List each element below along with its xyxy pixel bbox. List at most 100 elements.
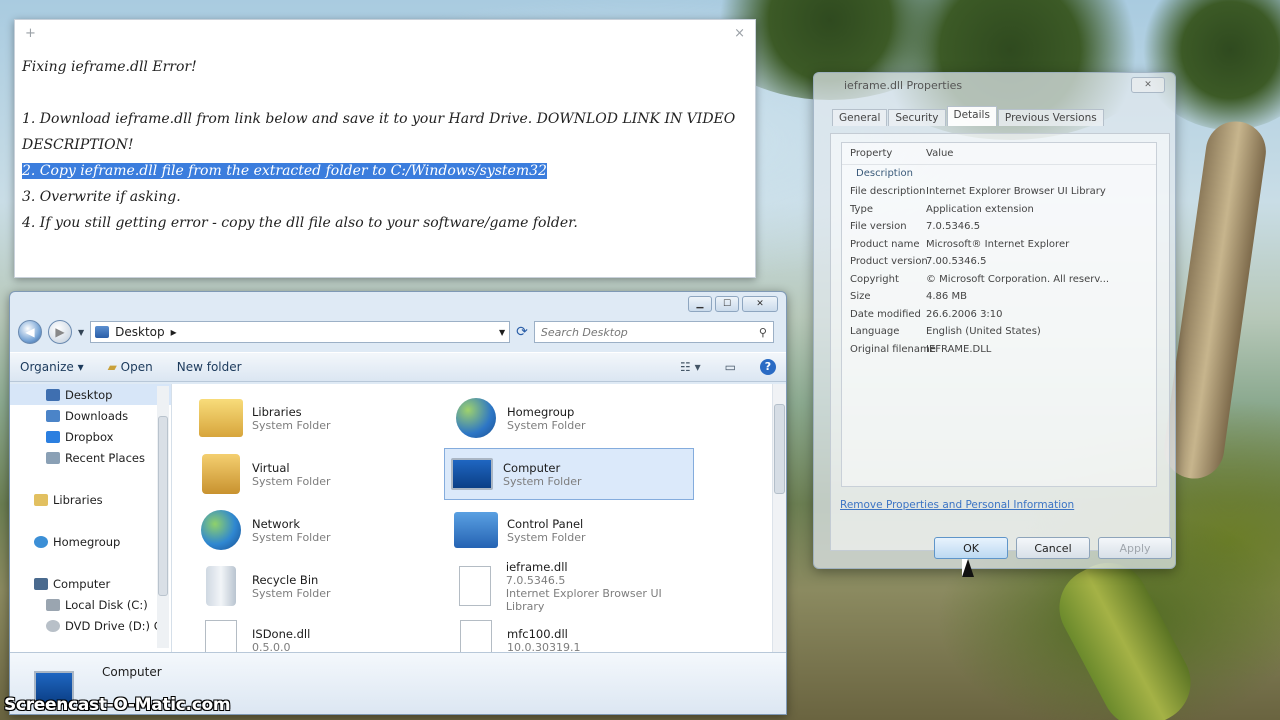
nav-item-local-disk[interactable]: Local Disk (C:) — [10, 594, 171, 615]
list-item-selected[interactable]: Computer System Folder — [444, 448, 694, 500]
tab-details[interactable]: Details — [946, 106, 997, 126]
close-button[interactable]: ✕ — [742, 296, 778, 312]
desktop-icon — [95, 326, 110, 338]
desktop-icon — [46, 388, 60, 401]
nav-scrollbar[interactable] — [157, 386, 169, 648]
table-row[interactable]: Product name Microsoft® Internet Explorer — [842, 236, 1156, 254]
table-row[interactable]: File version 7.0.5346.5 — [842, 218, 1156, 236]
preview-pane-icon[interactable]: ▭ — [725, 360, 736, 374]
dropbox-icon — [46, 430, 60, 443]
libraries-icon — [199, 399, 243, 437]
minimize-button[interactable]: ▁ — [688, 296, 712, 312]
command-bar: Organize ▾ ▰ Open New folder ☷ ▾ ▭ ? — [10, 352, 786, 382]
downloads-icon — [46, 409, 60, 422]
list-item[interactable]: ieframe.dll 7.0.5346.5 Internet Explorer B… — [449, 560, 699, 613]
table-row[interactable]: Original filename IEFRAME.DLL — [842, 341, 1156, 359]
nav-item-downloads[interactable]: Downloads — [10, 405, 171, 426]
tab-previous-versions[interactable]: Previous Versions — [997, 109, 1104, 126]
refresh-icon[interactable]: ⟳ — [516, 324, 528, 340]
libraries-icon — [34, 493, 48, 506]
palm-trunk — [1160, 117, 1270, 483]
address-dropdown-icon[interactable]: ▼ — [499, 328, 505, 337]
open-button[interactable]: ▰ Open — [108, 360, 153, 374]
dialog-buttons: OK Cancel Apply — [934, 537, 1172, 559]
add-note-button[interactable]: + — [25, 26, 36, 41]
details-tab-pane: Property Value Description File descript… — [830, 133, 1170, 551]
table-row[interactable]: File description Internet Explorer Browse… — [842, 183, 1156, 201]
address-path: Desktop — [115, 325, 165, 339]
list-item[interactable]: Recycle Bin System Folder — [194, 560, 444, 612]
list-item[interactable]: Virtual System Folder — [194, 448, 444, 500]
properties-titlebar: ieframe.dll Properties ✕ — [814, 73, 1175, 97]
grid-header: Property Value — [842, 143, 1156, 165]
new-folder-button[interactable]: New folder — [177, 360, 242, 374]
column-header-property[interactable]: Property — [842, 148, 926, 159]
note-step-2-selected: 2. Copy ieframe.dll file from the extrac… — [22, 163, 547, 179]
nav-item-homegroup[interactable]: Homegroup — [10, 531, 171, 552]
table-row[interactable]: Language English (United States) — [842, 323, 1156, 341]
nav-item-recent-places[interactable]: Recent Places — [10, 447, 171, 468]
note-close-button[interactable]: × — [734, 26, 745, 41]
address-row: ◀ ▶ ▼ Desktop ▸ ▼ ⟳ Search Desktop ⚲ — [10, 316, 786, 348]
note-text[interactable]: Fixing ieframe.dll Error! 1. Download ie… — [15, 46, 755, 244]
explorer-titlebar: ▁ ☐ ✕ — [10, 292, 786, 316]
remove-properties-link[interactable]: Remove Properties and Personal Informati… — [840, 499, 1074, 511]
properties-dialog[interactable]: ieframe.dll Properties ✕ General Securit… — [813, 72, 1176, 569]
nav-item-computer[interactable]: Computer — [10, 573, 171, 594]
computer-icon — [34, 577, 48, 590]
property-grid[interactable]: Property Value Description File descript… — [841, 142, 1157, 487]
tab-general[interactable]: General — [832, 109, 888, 126]
breadcrumb-arrow-icon[interactable]: ▸ — [171, 325, 177, 339]
table-row[interactable]: Size 4.86 MB — [842, 288, 1156, 306]
recent-places-icon — [46, 451, 60, 464]
ok-button[interactable]: OK — [934, 537, 1008, 559]
table-row[interactable]: Date modified 26.6.2006 3:10 — [842, 306, 1156, 324]
drive-icon — [46, 598, 60, 611]
mossy-log — [1045, 548, 1205, 720]
recent-pages-dropdown-icon[interactable]: ▼ — [78, 328, 84, 337]
note-step-3: 3. Overwrite if asking. — [22, 189, 181, 205]
nav-item-libraries[interactable]: Libraries — [10, 489, 171, 510]
table-row[interactable]: Product version 7.00.5346.5 — [842, 253, 1156, 271]
properties-tabs: General Security Details Previous Versio… — [832, 106, 1175, 126]
dvd-icon — [46, 619, 60, 632]
nav-item-dvd-drive[interactable]: DVD Drive (D:) GI — [10, 615, 171, 636]
explorer-content: Desktop Downloads Dropbox Recent Places … — [10, 384, 786, 660]
properties-close-button[interactable]: ✕ — [1131, 77, 1165, 93]
navigation-pane[interactable]: Desktop Downloads Dropbox Recent Places … — [10, 384, 172, 652]
homegroup-icon — [34, 535, 48, 548]
list-item[interactable]: Control Panel System Folder — [449, 504, 699, 556]
nav-item-desktop[interactable]: Desktop — [10, 384, 171, 405]
list-item[interactable]: Libraries System Folder — [194, 392, 444, 444]
homegroup-icon — [456, 398, 496, 438]
open-icon: ▰ — [107, 360, 117, 374]
nav-item-dropbox[interactable]: Dropbox — [10, 426, 171, 447]
tab-security[interactable]: Security — [888, 109, 946, 126]
forward-button[interactable]: ▶ — [48, 320, 72, 344]
apply-button[interactable]: Apply — [1098, 537, 1172, 559]
back-button[interactable]: ◀ — [18, 320, 42, 344]
sticky-note-window[interactable]: + × Fixing ieframe.dll Error! 1. Downloa… — [14, 19, 756, 278]
grid-section-description: Description — [856, 168, 913, 179]
column-header-value[interactable]: Value — [926, 148, 953, 159]
explorer-window[interactable]: ▁ ☐ ✕ ◀ ▶ ▼ Desktop ▸ ▼ ⟳ Search Desktop… — [9, 291, 787, 715]
cancel-button[interactable]: Cancel — [1016, 537, 1090, 559]
table-row[interactable]: Copyright © Microsoft Corporation. All re… — [842, 271, 1156, 289]
dll-file-icon — [459, 566, 492, 606]
search-input[interactable]: Search Desktop ⚲ — [533, 321, 774, 343]
help-icon[interactable]: ? — [760, 359, 776, 375]
list-item[interactable]: Network System Folder — [194, 504, 444, 556]
address-bar[interactable]: Desktop ▸ ▼ — [90, 321, 511, 343]
list-item[interactable]: Homegroup System Folder — [449, 392, 699, 444]
watermark: Screencast-O-Matic.com — [4, 695, 231, 715]
file-list-scrollbar[interactable] — [772, 384, 786, 652]
search-icon: ⚲ — [758, 325, 767, 339]
computer-icon — [451, 458, 493, 490]
control-panel-icon — [454, 512, 498, 548]
note-step-4: 4. If you still getting error - copy the… — [22, 215, 578, 231]
maximize-button[interactable]: ☐ — [715, 296, 739, 312]
organize-button[interactable]: Organize ▾ — [20, 360, 84, 374]
user-folder-icon — [202, 454, 240, 494]
table-row[interactable]: Type Application extension — [842, 201, 1156, 219]
change-view-icon[interactable]: ☷ ▾ — [680, 360, 701, 374]
